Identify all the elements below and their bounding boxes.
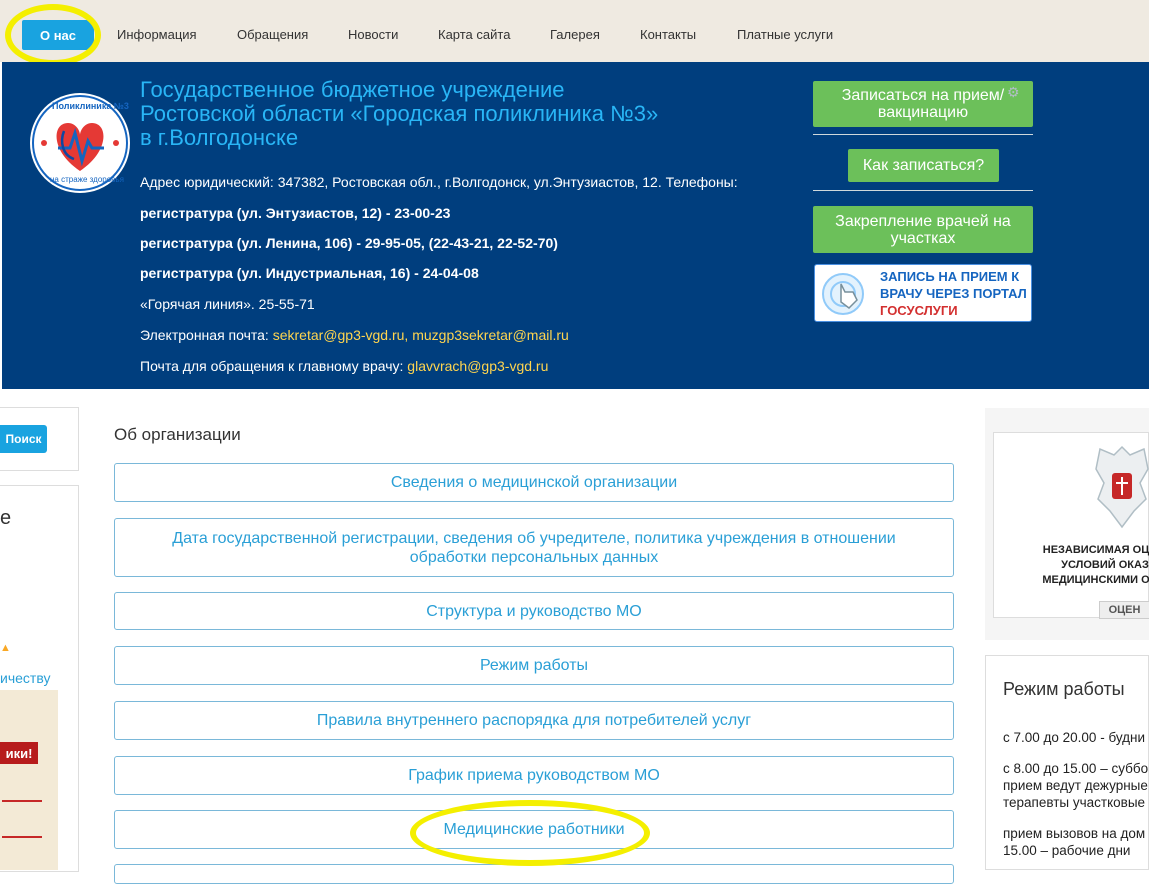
left-poster-image[interactable]: ики! <box>0 690 58 870</box>
appointment-button-label: Записаться на прием/ вакцинацию <box>841 87 1005 121</box>
gosuslugi-line-2: ВРАЧУ ЧЕРЕЗ ПОРТАЛ <box>880 286 1027 301</box>
email-link-1[interactable]: sekretar@gp3-vgd.ru, <box>273 327 409 343</box>
gosuslugi-banner[interactable]: ЗАПИСЬ НА ПРИЕМ К ВРАЧУ ЧЕРЕЗ ПОРТАЛ ГОС… <box>814 264 1032 322</box>
org-name: Государственное бюджетное учреждение Рос… <box>140 78 658 150</box>
divider-1 <box>813 134 1033 135</box>
email-line: Электронная почта: sekretar@gp3-vgd.ru, … <box>140 327 569 343</box>
chief-email-label: Почта для обращения к главному врачу: <box>140 358 404 374</box>
nav-item-info[interactable]: Информация <box>117 27 197 42</box>
chief-email-link[interactable]: glavvrach@gp3-vgd.ru <box>407 358 548 374</box>
poster-banner-text: ики! <box>0 742 38 764</box>
hours-home-calls: прием вызовов на дом <box>1003 826 1146 841</box>
section-title: Об организации <box>114 425 241 444</box>
link-medical-staff[interactable]: Медицинские работники <box>114 810 954 849</box>
org-name-line-1: Государственное бюджетное учреждение <box>140 77 565 102</box>
org-name-line-3: в г.Волгодонске <box>140 125 299 150</box>
clinic-logo[interactable]: Поликлиника №3 на страже здоровья <box>30 93 130 193</box>
assessment-button[interactable]: ОЦЕН <box>1099 601 1149 619</box>
nav-item-paid-services[interactable]: Платные услуги <box>737 27 833 42</box>
nav-item-contacts[interactable]: Контакты <box>640 27 696 42</box>
email-label: Электронная почта: <box>140 327 269 343</box>
appointment-button[interactable]: Записаться на прием/ вакцинацию <box>813 81 1033 127</box>
logo-top-text: Поликлиника №3 <box>52 101 129 111</box>
poster-line-2 <box>2 836 42 838</box>
hotline: «Горячая линия». 25-55-71 <box>140 296 315 312</box>
divider-2 <box>813 190 1033 191</box>
link-work-schedule[interactable]: Режим работы <box>114 646 954 685</box>
assessment-line-2: УСЛОВИЙ ОКАЗ <box>1061 559 1149 571</box>
gosuslugi-line-3: ГОСУСЛУГИ <box>880 303 958 318</box>
poster-line-1 <box>2 800 42 802</box>
org-name-line-2: Ростовской области «Городская поликлиник… <box>140 101 659 126</box>
assessment-line-3: МЕДИЦИНСКИМИ О <box>1042 574 1149 586</box>
email-link-2[interactable]: muzgp3sekretar@mail.ru <box>412 327 569 343</box>
settings-gear-icon[interactable]: ⚙ <box>1007 84 1020 101</box>
doctor-assignment-button[interactable]: Закрепление врачей на участках <box>813 206 1033 253</box>
nav-item-gallery[interactable]: Галерея <box>550 27 600 42</box>
gosuslugi-text: ЗАПИСЬ НА ПРИЕМ К ВРАЧУ ЧЕРЕЗ ПОРТАЛ ГОС… <box>880 268 1027 319</box>
hours-weekdays: с 7.00 до 20.00 - будни <box>1003 730 1146 745</box>
phone-line-3: регистратура (ул. Индустриальная, 16) - … <box>140 265 479 281</box>
link-org-info[interactable]: Сведения о медицинской организации <box>114 463 954 502</box>
left-fragment-mark: ▲ <box>0 642 11 654</box>
search-button[interactable]: Поиск <box>0 425 47 453</box>
doctor-assignment-label: Закрепление врачей на участках <box>835 212 1011 247</box>
nav-item-about[interactable]: О нас <box>22 20 94 50</box>
logo-bottom-text: на страже здоровья <box>50 175 124 184</box>
touch-hand-icon <box>822 273 864 315</box>
work-hours-title: Режим работы <box>1003 679 1125 699</box>
link-registration-info[interactable]: Дата государственной регистрации, сведен… <box>114 518 954 577</box>
phone-line-1: регистратура (ул. Энтузиастов, 12) - 23-… <box>140 205 451 221</box>
nav-item-sitemap[interactable]: Карта сайта <box>438 27 510 42</box>
nav-item-appeals[interactable]: Обращения <box>237 27 308 42</box>
independent-assessment-card[interactable]: НЕЗАВИСИМАЯ ОЦ УСЛОВИЙ ОКАЗ МЕДИЦИНСКИМИ… <box>993 432 1149 619</box>
hours-saturday-note-2: терапевты участковые <box>1003 795 1146 810</box>
address-line: Адрес юридический: 347382, Ростовская об… <box>140 174 738 190</box>
hours-home-calls-note: 15.00 – рабочие дни <box>1003 843 1131 858</box>
how-to-book-button[interactable]: Как записаться? <box>848 149 999 182</box>
link-structure[interactable]: Структура и руководство МО <box>114 592 954 630</box>
link-management-reception[interactable]: График приема руководством МО <box>114 756 954 795</box>
gosuslugi-line-1: ЗАПИСЬ НА ПРИЕМ К <box>880 269 1020 284</box>
hours-saturday-note-1: прием ведут дежурные <box>1003 778 1148 793</box>
nav-item-news[interactable]: Новости <box>348 27 398 42</box>
left-fragment-link[interactable]: ичеству <box>0 670 50 686</box>
left-fragment-heading: е <box>0 507 12 529</box>
hours-saturday: с 8.00 до 15.00 – суббо <box>1003 761 1149 776</box>
coat-of-arms-icon <box>1095 445 1149 529</box>
chief-email-line: Почта для обращения к главному врачу: gl… <box>140 358 548 374</box>
link-internal-rules[interactable]: Правила внутреннего распорядка для потре… <box>114 701 954 740</box>
top-nav: О нас Информация Обращения Новости Карта… <box>0 0 1149 62</box>
phone-line-2: регистратура (ул. Ленина, 106) - 29-95-0… <box>140 235 558 251</box>
link-next-partial[interactable] <box>114 864 954 884</box>
assessment-line-1: НЕЗАВИСИМАЯ ОЦ <box>1042 544 1149 556</box>
